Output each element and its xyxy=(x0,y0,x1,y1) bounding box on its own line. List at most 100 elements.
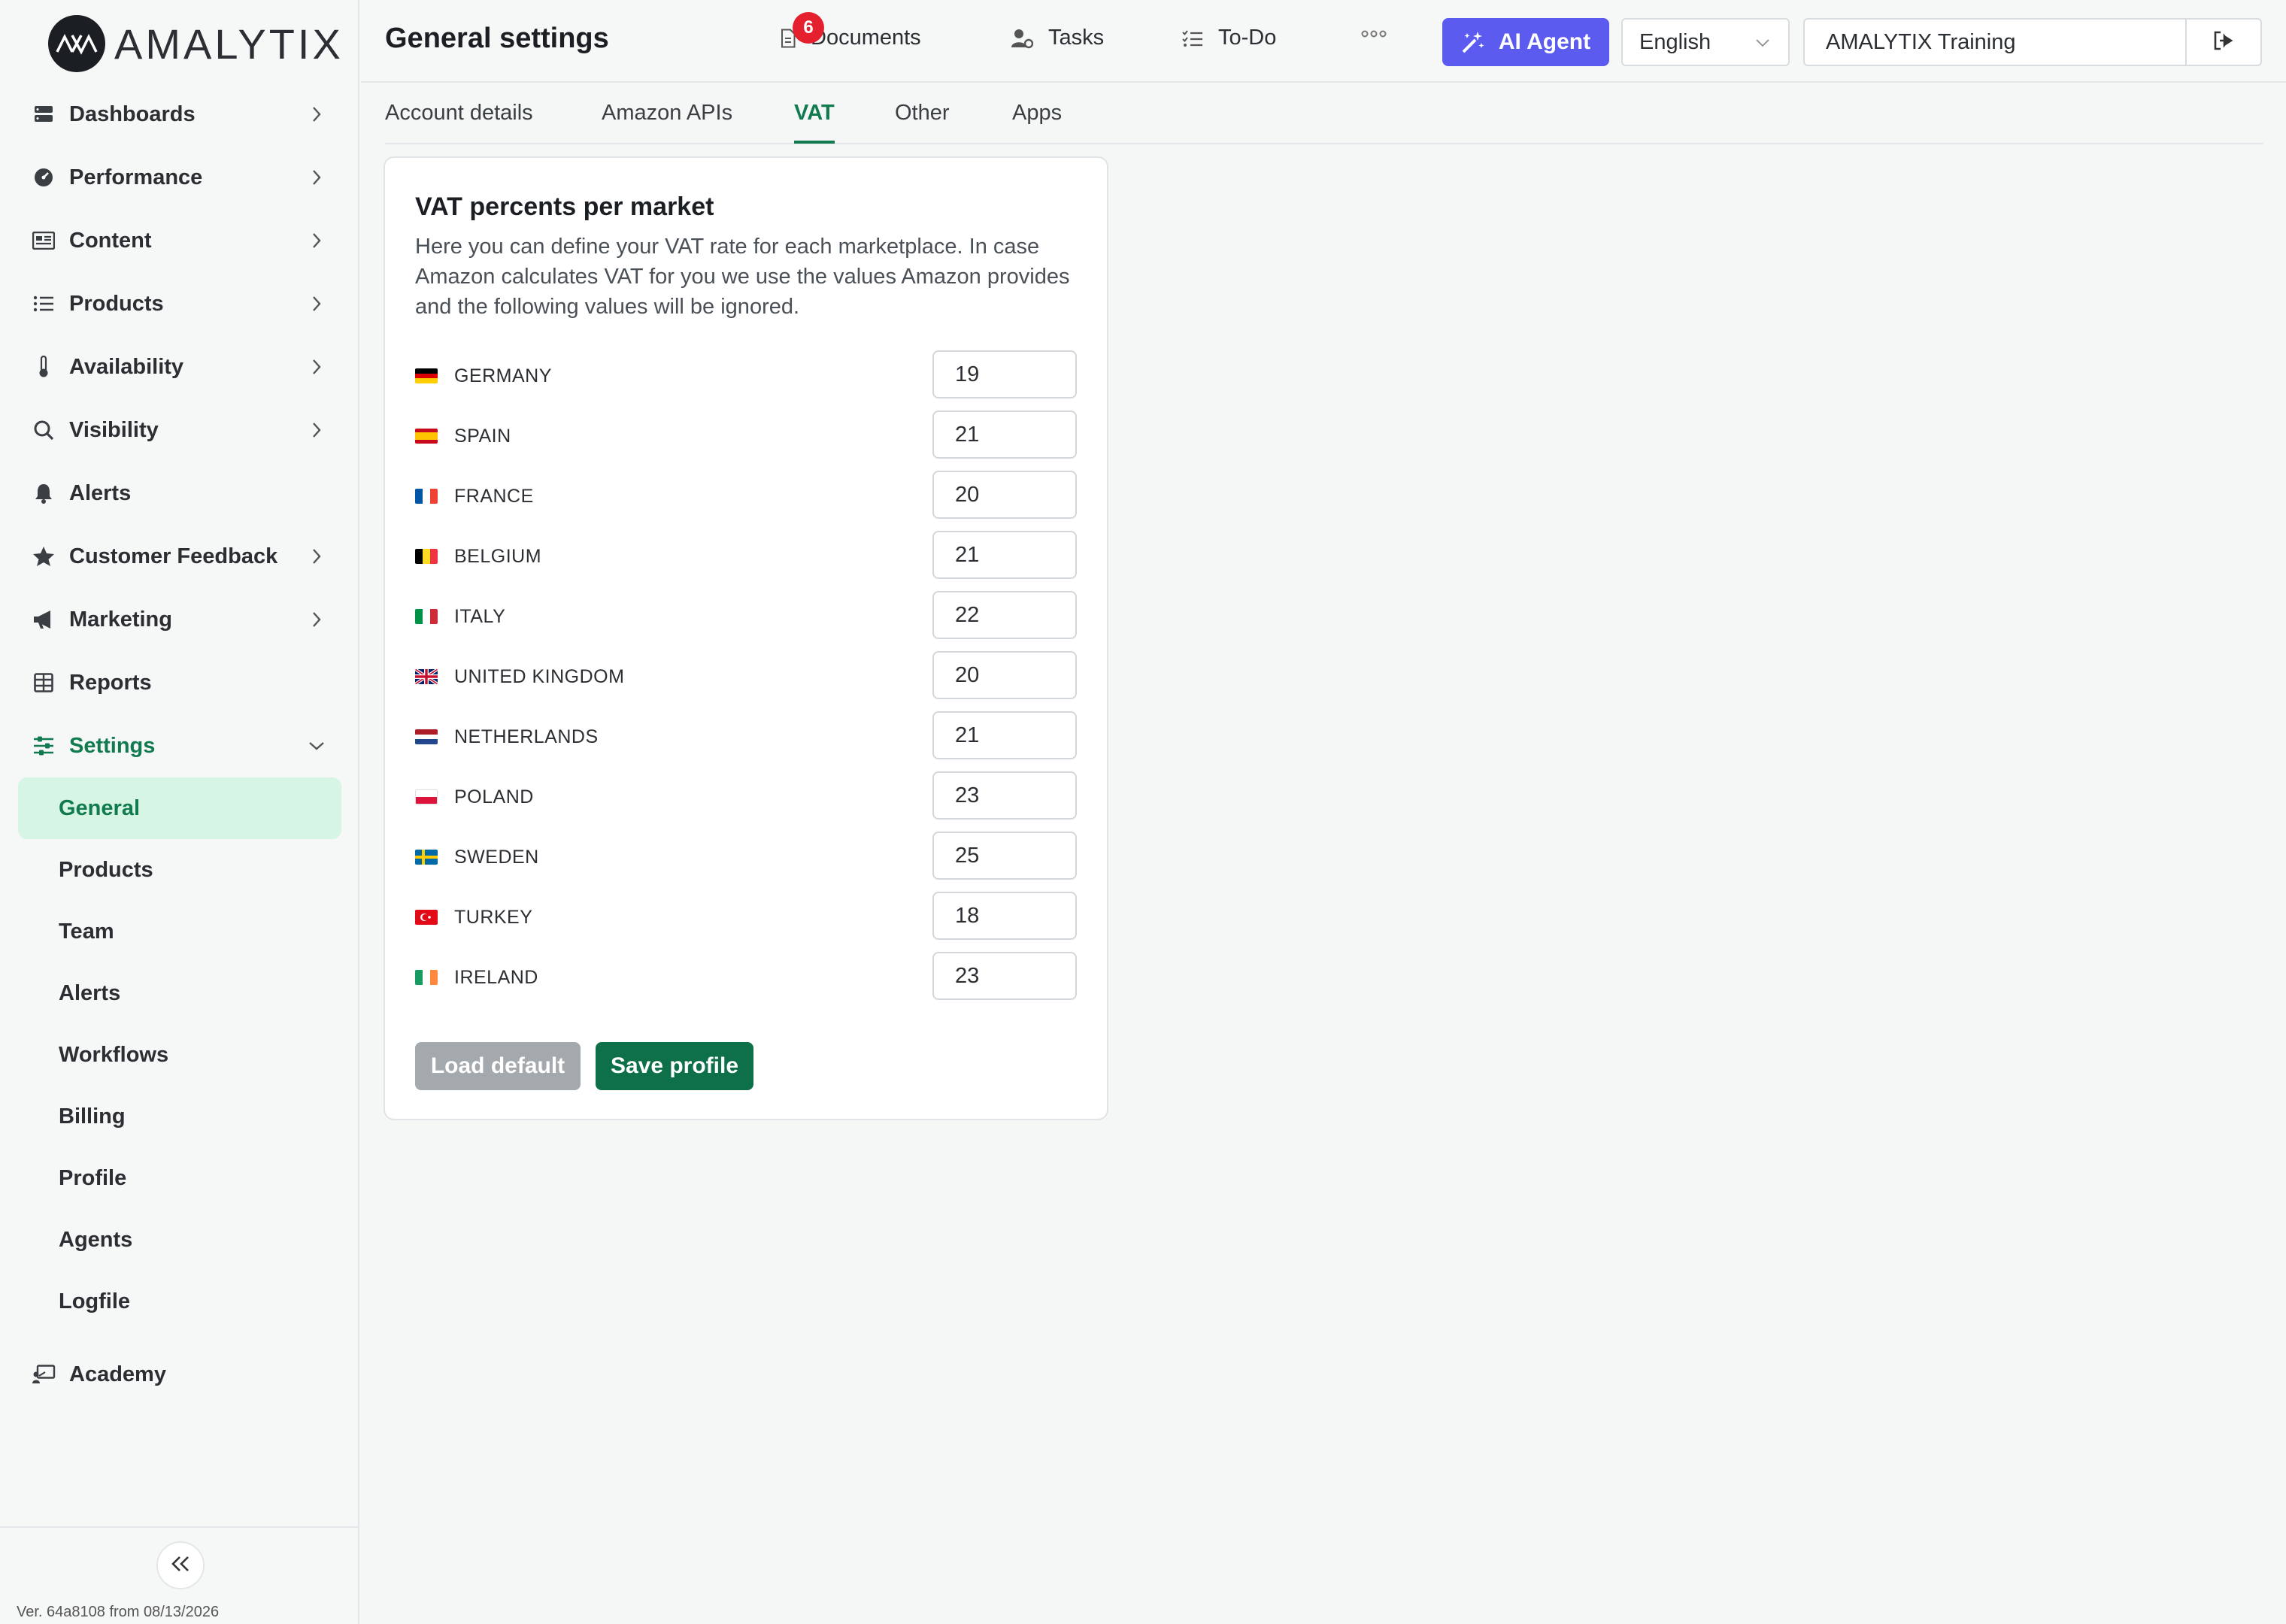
top-header: General settings Documents 6 Tasks To-Do… xyxy=(361,0,2286,83)
account-selector[interactable]: AMALYTIX Training xyxy=(1803,18,2262,66)
ai-agent-button[interactable]: AI Agent xyxy=(1442,18,1609,66)
vat-input-poland[interactable] xyxy=(932,771,1077,820)
nav-customer-feedback[interactable]: Customer Feedback xyxy=(18,525,341,588)
nav-marketing[interactable]: Marketing xyxy=(18,588,341,651)
todo-link[interactable]: To-Do xyxy=(1182,26,1276,50)
vat-input-ireland[interactable] xyxy=(932,952,1077,1000)
chevron-right-icon xyxy=(307,105,326,124)
vat-card: VAT percents per market Here you can def… xyxy=(384,156,1108,1120)
list-icon xyxy=(32,292,56,316)
language-value: English xyxy=(1639,29,1711,54)
tab-other[interactable]: Other xyxy=(895,101,950,141)
tab-vat[interactable]: VAT xyxy=(794,101,835,144)
nav-performance[interactable]: Performance xyxy=(18,146,341,209)
documents-count-badge: 6 xyxy=(793,12,824,44)
vat-row-germany: GERMANY xyxy=(415,346,1084,406)
subnav-workflows[interactable]: Workflows xyxy=(18,1024,341,1086)
uk-flag-icon xyxy=(415,669,438,684)
vat-input-netherlands[interactable] xyxy=(932,711,1077,759)
country-name: POLAND xyxy=(454,786,534,807)
vat-row-belgium: BELGIUM xyxy=(415,526,1084,586)
vat-card-title: VAT percents per market xyxy=(415,192,714,221)
ai-agent-label: AI Agent xyxy=(1498,29,1591,54)
version-text: Ver. 64a8108 from 08/13/2026 xyxy=(17,1604,220,1620)
netherlands-flag-icon xyxy=(415,729,438,744)
vat-market-list: GERMANY SPAIN FRANCE BELGIUM ITALY xyxy=(415,346,1084,1007)
country-name: BELGIUM xyxy=(454,545,542,567)
vat-row-ireland: IRELAND xyxy=(415,947,1084,1007)
tab-amazon-apis[interactable]: Amazon APIs xyxy=(602,101,732,141)
vat-input-france[interactable] xyxy=(932,471,1077,519)
subnav-team[interactable]: Team xyxy=(18,901,341,962)
chevron-right-icon xyxy=(307,294,326,314)
sweden-flag-icon xyxy=(415,850,438,865)
nav-reports[interactable]: Reports xyxy=(18,651,341,714)
vat-row-united-kingdom: UNITED KINGDOM xyxy=(415,647,1084,707)
tasks-label: Tasks xyxy=(1048,26,1105,50)
more-options-button[interactable] xyxy=(1361,29,1387,42)
tab-apps[interactable]: Apps xyxy=(1012,101,1062,141)
tab-account-details[interactable]: Account details xyxy=(385,101,533,141)
germany-flag-icon xyxy=(415,368,438,383)
subnav-profile[interactable]: Profile xyxy=(18,1147,341,1209)
chevron-down-icon xyxy=(1754,33,1772,58)
chevron-down-icon xyxy=(307,736,326,756)
nav-label: Visibility xyxy=(69,417,159,442)
subnav-alerts[interactable]: Alerts xyxy=(18,962,341,1024)
ireland-flag-icon xyxy=(415,970,438,985)
load-default-button[interactable]: Load default xyxy=(415,1042,581,1090)
nav-products[interactable]: Products xyxy=(18,272,341,335)
tasks-link[interactable]: Tasks xyxy=(1011,26,1104,50)
documents-label: Documents xyxy=(811,26,921,50)
subnav-logfile[interactable]: Logfile xyxy=(18,1271,341,1332)
subnav-general[interactable]: General xyxy=(18,777,341,839)
ellipsis-icon xyxy=(1361,29,1387,41)
vat-input-belgium[interactable] xyxy=(932,531,1077,579)
logout-button[interactable] xyxy=(2185,20,2260,65)
belgium-flag-icon xyxy=(415,549,438,564)
nav-alerts[interactable]: Alerts xyxy=(18,462,341,525)
nav-content[interactable]: Content xyxy=(18,209,341,272)
star-icon xyxy=(32,544,56,568)
vat-input-spain[interactable] xyxy=(932,411,1077,459)
vat-row-italy: ITALY xyxy=(415,586,1084,647)
country-name: TURKEY xyxy=(454,906,533,928)
vat-input-turkey[interactable] xyxy=(932,892,1077,940)
todo-label: To-Do xyxy=(1218,26,1277,50)
nav-visibility[interactable]: Visibility xyxy=(18,398,341,462)
save-profile-button[interactable]: Save profile xyxy=(596,1042,753,1090)
thermometer-icon xyxy=(32,355,56,379)
nav-dashboards[interactable]: Dashboards xyxy=(18,83,341,146)
vat-input-united-kingdom[interactable] xyxy=(932,651,1077,699)
app-logo[interactable]: AMALYTIX xyxy=(48,15,344,72)
vat-row-spain: SPAIN xyxy=(415,406,1084,466)
vat-input-germany[interactable] xyxy=(932,350,1077,398)
nav-label: Content xyxy=(69,228,152,253)
nav-settings[interactable]: Settings xyxy=(18,714,341,777)
logo-mark-icon xyxy=(48,15,105,72)
subnav-billing[interactable]: Billing xyxy=(18,1086,341,1147)
vat-input-sweden[interactable] xyxy=(932,832,1077,880)
country-name: GERMANY xyxy=(454,365,552,386)
subnav-agents[interactable]: Agents xyxy=(18,1209,341,1271)
vat-row-poland: POLAND xyxy=(415,767,1084,827)
double-chevron-left-icon xyxy=(171,1556,190,1576)
content-icon xyxy=(32,229,56,253)
table-icon xyxy=(32,671,56,695)
vat-row-turkey: TURKEY xyxy=(415,887,1084,947)
nav-label: Customer Feedback xyxy=(69,544,278,568)
search-icon xyxy=(32,418,56,442)
nav-label: Reports xyxy=(69,670,152,695)
nav-availability[interactable]: Availability xyxy=(18,335,341,398)
vat-input-italy[interactable] xyxy=(932,591,1077,639)
chevron-right-icon xyxy=(307,547,326,566)
nav-label: Alerts xyxy=(69,480,132,505)
language-select[interactable]: English xyxy=(1621,18,1790,66)
nav-label: Dashboards xyxy=(69,102,196,126)
subnav-products[interactable]: Products xyxy=(18,839,341,901)
dashboard-icon xyxy=(32,102,56,126)
megaphone-icon xyxy=(32,607,56,632)
collapse-sidebar-button[interactable] xyxy=(156,1541,205,1589)
chevron-right-icon xyxy=(307,231,326,250)
nav-academy[interactable]: Academy xyxy=(18,1343,341,1406)
